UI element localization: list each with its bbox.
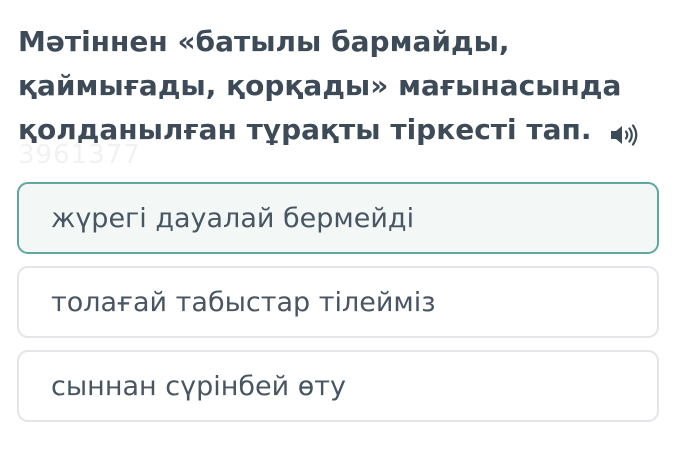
speaker-icon[interactable] [609, 116, 639, 146]
answer-option-label: сыннан сүрінбей өту [51, 370, 346, 402]
answer-option-1[interactable]: жүрегі дауалай бермейді [17, 182, 659, 254]
question-line-2: қаймығады, қорқады» мағынасында [18, 69, 622, 102]
question-text: Мәтіннен «батылы бармайды, қаймығады, қо… [18, 20, 658, 152]
answer-option-3[interactable]: сыннан сүрінбей өту [17, 350, 659, 422]
question-line-1: Мәтіннен «батылы бармайды, [18, 25, 510, 58]
answer-option-2[interactable]: толағай табыстар тілейміз [17, 266, 659, 338]
answer-option-label: жүрегі дауалай бермейді [51, 202, 415, 234]
answer-option-label: толағай табыстар тілейміз [51, 286, 436, 318]
question-id-watermark: 3961377 [18, 140, 141, 170]
